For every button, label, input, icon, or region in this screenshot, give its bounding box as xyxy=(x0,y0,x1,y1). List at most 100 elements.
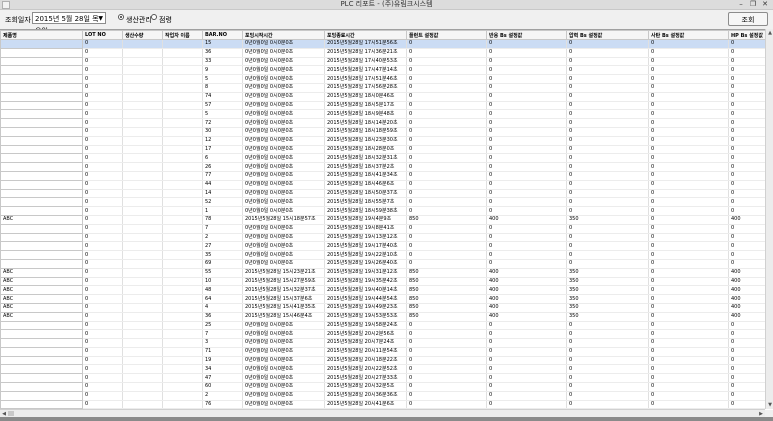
table-row[interactable]: 0 17 0년0월0일 0시0분0초 2015년5월28일 18시28분0초 0 0 0 0 0 xyxy=(0,144,766,155)
cell-bar: 60 xyxy=(202,382,243,392)
table-row[interactable]: 0 7 0년0월0일 0시0분0초 2015년5월28일 20시2분56초 0 0 0 0 0 xyxy=(0,329,766,340)
table-row[interactable]: 0 25 0년0월0일 0시0분0초 2015년5월28일 19시58분24초 0 0 0 0… xyxy=(0,320,766,331)
column-header[interactable]: 포밍시작시간 xyxy=(242,30,325,40)
table-row[interactable]: 0 76 0년0월0일 0시0분0초 2015년5월28일 20시41분6초 0 0 0 0 0 xyxy=(0,399,766,410)
column-header[interactable]: 제품명 xyxy=(0,30,83,40)
table-row[interactable]: 0 52 0년0월0일 0시0분0초 2015년5월28일 18시55분7초 0 0 0 0 0 xyxy=(0,197,766,208)
table-row[interactable]: ABC 0 78 2015년5월28일 15시18분57초 2015년5월28일 19시… xyxy=(0,214,766,225)
cell-worker xyxy=(162,136,203,146)
table-row[interactable]: 0 34 0년0월0일 0시0분0초 2015년5월28일 20시22분52초 0 0 0 0… xyxy=(0,364,766,375)
table-row[interactable]: 0 1 0년0월0일 0시0분0초 2015년5월28일 18시59분38초 0 0 0 0 0 xyxy=(0,206,766,216)
cell-lot: 0 xyxy=(82,153,123,164)
radio-production[interactable] xyxy=(118,14,124,20)
cell-hp: 0 xyxy=(728,65,766,76)
table-row[interactable]: 0 2 0년0월0일 0시0분0초 2015년5월28일 20시36분36초 0 0 0 0 0 xyxy=(0,390,766,401)
table-row[interactable]: 0 33 0년0월0일 0시0분0초 2015년5월28일 17시40분53초 0 0 0 0… xyxy=(0,56,766,67)
cell-start: 0년0월0일 0시0분0초 xyxy=(242,57,325,67)
radio-other[interactable] xyxy=(151,14,157,20)
chevron-down-icon[interactable]: ▼ xyxy=(98,13,103,25)
table-row[interactable]: 0 15 0년0월0일 0시0분0초 2015년5월28일 17시51분56초 0 0 0 0… xyxy=(0,39,766,49)
table-row[interactable]: ABC 0 64 2015년5월28일 15시37분6초 2015년5월28일 19시4… xyxy=(0,294,766,304)
table-row[interactable]: 0 12 0년0월0일 0시0분0초 2015년5월28일 18시23분30초 0 0 0 0… xyxy=(0,135,766,146)
table-row[interactable]: ABC 0 55 2015년5월28일 15시23분21초 2015년5월28일 19시… xyxy=(0,267,766,278)
cell-sat: 0 xyxy=(648,145,729,155)
cell-qty xyxy=(122,312,163,322)
column-header[interactable]: 압력 Bs 설정값 xyxy=(566,30,649,40)
cell-name: ABC xyxy=(0,311,83,322)
table-row[interactable]: ABC 0 36 2015년5월28일 15시46분4초 2015년5월28일 19시5… xyxy=(0,311,766,322)
cell-plant: 0 xyxy=(406,145,487,155)
table-row[interactable]: 0 71 0년0월0일 0시0분0초 2015년5월28일 20시11분54초 0 0 0 0… xyxy=(0,346,766,357)
cell-sat: 0 xyxy=(648,180,729,190)
cell-name xyxy=(0,126,83,137)
cell-start: 0년0월0일 0시0분0초 xyxy=(242,39,325,49)
table-row[interactable]: ABC 0 48 2015년5월28일 15시32분37초 2015년5월28일 19시… xyxy=(0,285,766,296)
table-row[interactable]: 0 5 0년0월0일 0시0분0초 2015년5월28일 17시51분46초 0 0 0 0 0 xyxy=(0,74,766,84)
column-header[interactable]: HP Bs 설정값 xyxy=(728,30,766,40)
table-row[interactable]: 0 74 0년0월0일 0시0분0초 2015년5월28일 18시0분46초 0 0 0 0 0 xyxy=(0,91,766,102)
cell-name xyxy=(0,91,83,102)
column-header[interactable]: 작업자 이름 xyxy=(162,30,203,40)
column-header[interactable]: 포밍종료시간 xyxy=(324,30,407,40)
cell-name: ABC xyxy=(0,302,83,313)
column-header[interactable]: 플런트 설정값 xyxy=(406,30,487,40)
table-row[interactable]: 0 47 0년0월0일 0시0분0초 2015년5월28일 20시27분33초 0 0 0 0… xyxy=(0,373,766,384)
vertical-scrollbar[interactable]: ▲ ▼ xyxy=(765,29,773,409)
table-row[interactable]: 0 35 0년0월0일 0시0분0초 2015년5월28일 19시22분10초 0 0 0 0… xyxy=(0,250,766,260)
table-row[interactable]: 0 69 0년0월0일 0시0분0초 2015년5월28일 19시26분40초 0 0 0 0… xyxy=(0,258,766,269)
column-header[interactable]: 반응 Bs 설정값 xyxy=(486,30,567,40)
date-picker[interactable]: 2015년 5월 28일 목요일 ▼ xyxy=(32,12,106,35)
cell-hp: 0 xyxy=(728,321,766,331)
cell-start: 0년0월0일 0시0분0초 xyxy=(242,224,325,234)
table-row[interactable]: 0 7 0년0월0일 0시0분0초 2015년5월28일 19시8분41초 0 0 0 0 0 xyxy=(0,223,766,234)
table-row[interactable]: 0 3 0년0월0일 0시0분0초 2015년5월28일 20시7분24초 0 0 0 0 0 xyxy=(0,338,766,348)
table-row[interactable]: 0 36 0년0월0일 0시0분0초 2015년5월28일 17시36분21초 0 0 0 0… xyxy=(0,47,766,58)
close-button[interactable]: ✕ xyxy=(759,0,771,9)
data-grid[interactable]: 제품명 LOT NO 생산수량 작업자 이름 BAR.NO 포밍시작시간 포밍종료시간 플런트… xyxy=(0,29,773,410)
table-row[interactable]: 0 60 0년0월0일 0시0분0초 2015년5월28일 20시32분5초 0 0 0 0 0 xyxy=(0,382,766,392)
table-row[interactable]: 0 8 0년0월0일 0시0분0초 2015년5월28일 17시56분28초 0 0 0 0 0 xyxy=(0,82,766,93)
table-row[interactable]: 0 44 0년0월0일 0시0분0초 2015년5월28일 18시46분6초 0 0 0 0 0 xyxy=(0,179,766,190)
table-row[interactable]: 0 5 0년0월0일 0시0분0초 2015년5월28일 18시9분48초 0 0 0 0 0 xyxy=(0,109,766,120)
table-row[interactable]: 0 57 0년0월0일 0시0분0초 2015년5월28일 18시5분17초 0 0 0 0 0 xyxy=(0,100,766,111)
table-row[interactable]: 0 19 0년0월0일 0시0분0초 2015년5월28일 20시18분22초 0 0 0 0… xyxy=(0,355,766,366)
table-row[interactable]: 0 9 0년0월0일 0시0분0초 2015년5월28일 17시47분14초 0 0 0 0 0 xyxy=(0,65,766,76)
cell-lot: 0 xyxy=(82,215,123,225)
cell-sat: 0 xyxy=(648,197,729,208)
column-header[interactable]: LOT NO xyxy=(82,30,123,40)
cell-start: 2015년5월28일 15시18분57초 xyxy=(242,215,325,225)
column-header[interactable]: 사탄 Bs 설정값 xyxy=(648,30,729,40)
table-row[interactable]: 0 72 0년0월0일 0시0분0초 2015년5월28일 18시14분20초 0 0 0 0… xyxy=(0,118,766,128)
cell-lot: 0 xyxy=(82,57,123,67)
scroll-thumb[interactable] xyxy=(8,411,14,416)
table-row[interactable]: 0 6 0년0월0일 0시0분0초 2015년5월28일 18시32분31초 0 0 0 0 0 xyxy=(0,153,766,164)
minimize-button[interactable]: – xyxy=(735,0,747,9)
column-header[interactable]: BAR.NO xyxy=(202,30,243,40)
cell-hp: 0 xyxy=(728,74,766,84)
cell-plant: 0 xyxy=(406,206,487,216)
cell-qty xyxy=(122,294,163,304)
maximize-button[interactable]: ❐ xyxy=(747,0,759,9)
cell-name xyxy=(0,223,83,234)
table-row[interactable]: 0 77 0년0월0일 0시0분0초 2015년5월28일 18시41분34초 0 0 0 0… xyxy=(0,170,766,181)
cell-start: 0년0월0일 0시0분0초 xyxy=(242,373,325,384)
cell-qty xyxy=(122,136,163,146)
table-row[interactable]: ABC 0 10 2015년5월28일 15시27분59초 2015년5월28일 19시… xyxy=(0,276,766,287)
table-row[interactable]: 0 30 0년0월0일 0시0분0초 2015년5월28일 18시18분59초 0 0 0 0… xyxy=(0,126,766,137)
scroll-down-icon[interactable]: ▼ xyxy=(766,401,773,409)
table-row[interactable]: 0 2 0년0월0일 0시0분0초 2015년5월28일 19시13분12초 0 0 0 0 0 xyxy=(0,232,766,243)
cell-end: 2015년5월28일 19시22분10초 xyxy=(324,250,407,260)
cell-hp: 0 xyxy=(728,329,766,340)
table-row[interactable]: 0 14 0년0월0일 0시0분0초 2015년5월28일 18시50분37초 0 0 0 0… xyxy=(0,188,766,199)
radio-other-label: 점령 xyxy=(159,16,172,24)
table-row[interactable]: 0 26 0년0월0일 0시0분0초 2015년5월28일 18시37분2초 0 0 0 0 0 xyxy=(0,162,766,172)
cell-worker xyxy=(162,189,203,199)
cell-react: 0 xyxy=(486,171,567,181)
cell-lot: 0 xyxy=(82,162,123,172)
scroll-up-icon[interactable]: ▲ xyxy=(766,29,773,37)
search-button[interactable]: 조회 xyxy=(728,12,768,26)
column-header[interactable]: 생산수량 xyxy=(122,30,163,40)
cell-end: 2015년5월28일 18시37분2초 xyxy=(324,162,407,172)
table-row[interactable]: 0 27 0년0월0일 0시0분0초 2015년5월28일 19시17분40초 0 0 0 0… xyxy=(0,241,766,252)
table-row[interactable]: ABC 0 4 2015년5월28일 15시41분35초 2015년5월28일 19시4… xyxy=(0,302,766,313)
